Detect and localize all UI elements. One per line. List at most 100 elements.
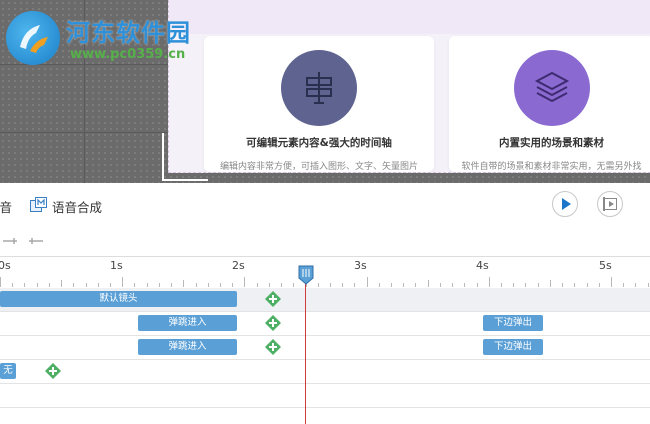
canvas-area[interactable]: 可编辑元素内容&强大的时间轴 编辑内容非常方便，可插入图形、文字、矢量图片 内置… (0, 0, 650, 183)
ruler-tick (97, 283, 99, 287)
layers-icon (534, 71, 569, 103)
zoom-out-icon[interactable] (28, 235, 44, 247)
ruler-tick (415, 283, 417, 287)
ruler-tick (403, 283, 405, 287)
ruler-tick (122, 277, 124, 287)
ruler-tick (134, 283, 136, 287)
ruler-tick (329, 283, 331, 287)
ruler-tick (647, 283, 649, 287)
ruler-label: 3s (354, 259, 367, 272)
ruler-tick (109, 283, 111, 287)
bar-label: 无 (3, 365, 13, 376)
slide-preview[interactable]: 可编辑元素内容&强大的时间轴 编辑内容非常方便，可插入图形、文字、矢量图片 内置… (168, 0, 650, 173)
ruler-tick (623, 283, 625, 287)
ruler-tick (366, 277, 368, 287)
ruler-tick (183, 280, 185, 287)
ruler-tick (219, 283, 221, 287)
track-element-2: 弹跳进入 下边弹出 (0, 336, 650, 360)
watermark-logo (6, 11, 60, 65)
ruler-tick (611, 277, 612, 287)
card-description: 软件自带的场景和素材非常实用，无需另外找 (461, 162, 642, 172)
ruler-tick (586, 283, 588, 287)
track-element-1: 弹跳进入 下边弹出 (0, 312, 650, 336)
ruler-tick (501, 283, 503, 287)
play-from-playhead-button[interactable] (597, 191, 623, 217)
track-element-3: 无 (0, 360, 650, 384)
ruler-tick (12, 283, 14, 287)
track-empty (0, 384, 650, 408)
play-from-cursor-icon (603, 197, 617, 211)
keyframe-bar-none[interactable]: 无 (0, 363, 16, 379)
bar-label: 默认镜头 (99, 293, 138, 304)
tts-button[interactable]: 语音合成 (52, 197, 102, 216)
ruler-tick (317, 283, 319, 287)
text-to-speech-icon[interactable] (30, 197, 47, 212)
keyframe-bar-enter[interactable]: 弹跳进入 (138, 315, 237, 331)
time-ruler[interactable]: 0s 1s 2s 3s 4s 5s (0, 256, 650, 287)
bar-label: 弹跳进入 (168, 341, 207, 352)
ruler-tick (293, 283, 295, 287)
watermark-url: www.pc0359.cn (70, 47, 186, 62)
ruler-tick (574, 283, 576, 287)
ruler-tick (73, 283, 75, 287)
ruler-tick (439, 283, 441, 287)
ruler-tick (488, 277, 490, 287)
add-keyframe-icon[interactable] (45, 363, 61, 379)
ruler-tick (61, 280, 63, 287)
keyframe-bar-camera[interactable]: 默认镜头 (0, 291, 237, 307)
ruler-tick (48, 283, 50, 287)
playhead-handle[interactable] (298, 265, 314, 285)
ruler-tick (0, 277, 1, 287)
ruler-label: 5s (599, 259, 612, 272)
ruler-tick (537, 283, 539, 287)
ruler-tick (171, 283, 173, 287)
card-title: 可编辑元素内容&强大的时间轴 (246, 137, 392, 149)
card-title: 内置实用的场景和素材 (499, 137, 604, 149)
audio-label: 声音 (0, 200, 13, 215)
ruler-tick (342, 283, 344, 287)
play-button[interactable] (552, 191, 578, 217)
keyframe-bar-enter[interactable]: 弹跳进入 (138, 339, 237, 355)
watermark-title: 河东软件园 (66, 19, 191, 47)
keyframe-bar-exit[interactable]: 下边弹出 (483, 339, 543, 355)
card-icon-circle (513, 50, 590, 126)
add-keyframe-icon[interactable] (265, 339, 281, 355)
ruler-tick (452, 283, 454, 287)
ruler-label: 2s (232, 259, 245, 272)
ruler-tick (562, 283, 564, 287)
signpost-icon (306, 72, 332, 104)
ruler-tick (635, 283, 637, 287)
ruler-tick (281, 283, 283, 287)
add-keyframe-icon[interactable] (265, 315, 281, 331)
audio-button[interactable]: 声音 (0, 197, 12, 216)
ruler-tick (354, 283, 356, 287)
ruler-label: 0s (0, 259, 11, 272)
ruler-tick (256, 283, 258, 287)
ruler-label: 1s (110, 259, 123, 272)
feature-card-timeline: 可编辑元素内容&强大的时间轴 编辑内容非常方便，可插入图形、文字、矢量图片 (204, 36, 434, 172)
ruler-tick (391, 283, 393, 287)
bar-label: 下边弹出 (493, 317, 532, 328)
ruler-tick (549, 280, 551, 287)
zoom-in-icon[interactable] (2, 235, 18, 247)
ruler-tick (146, 283, 148, 287)
ruler-tick (427, 280, 429, 287)
play-icon (562, 198, 571, 210)
card-description: 编辑内容非常方便，可插入图形、文字、矢量图片 (219, 162, 418, 172)
playhead-line (305, 276, 306, 424)
card-icon-circle (281, 50, 357, 126)
bar-label: 下边弹出 (493, 341, 532, 352)
ruler-tick (244, 277, 246, 287)
ruler-tick (36, 283, 38, 287)
ruler-tick (232, 283, 234, 287)
ruler-tick (268, 283, 270, 287)
ruler-tick (207, 283, 209, 287)
keyframe-bar-exit[interactable]: 下边弹出 (483, 315, 543, 331)
ruler-tick (85, 283, 87, 287)
bar-label: 弹跳进入 (168, 317, 207, 328)
ruler-tick (525, 283, 527, 287)
add-keyframe-icon[interactable] (265, 291, 281, 307)
zoom-controls (0, 233, 60, 251)
ruler-tick (464, 283, 466, 287)
ruler-tick (378, 283, 380, 287)
